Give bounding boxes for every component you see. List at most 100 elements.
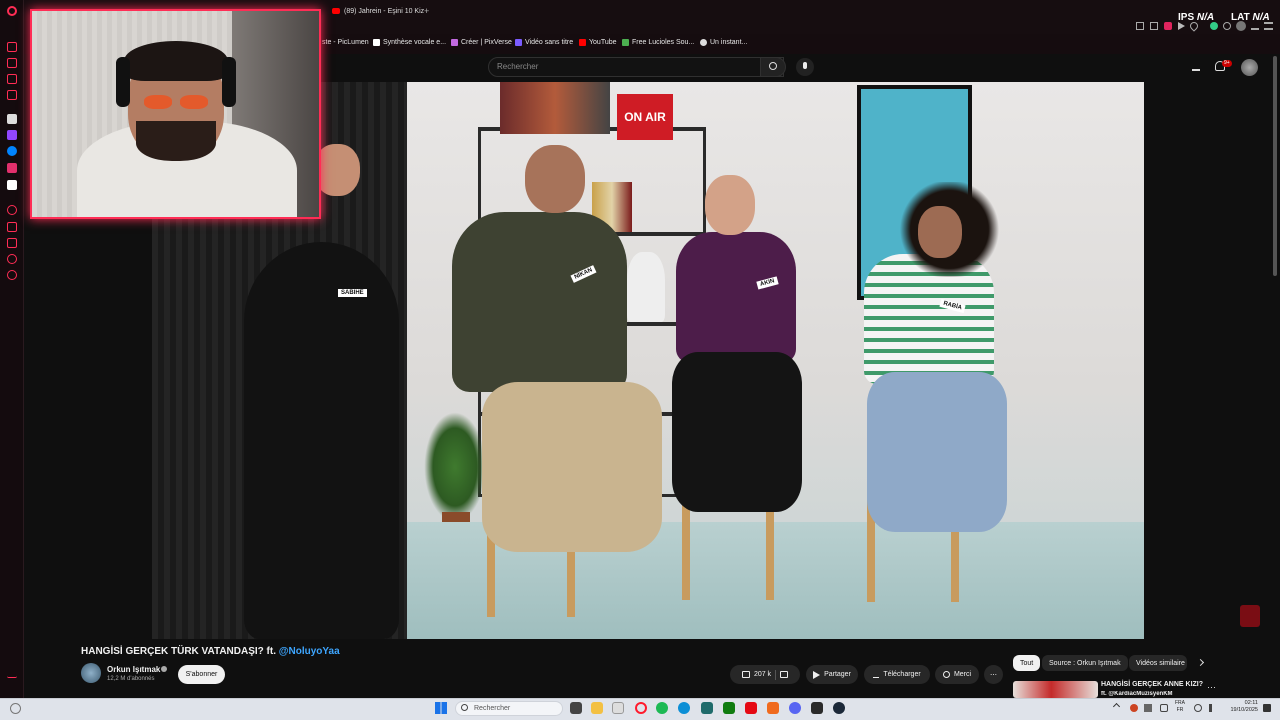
- share-button[interactable]: Partager: [806, 665, 858, 684]
- like-count[interactable]: 207 k: [754, 671, 771, 678]
- bookmark-icon: [451, 39, 458, 46]
- bookmark-item[interactable]: YouTube: [579, 39, 617, 46]
- bookmark-item[interactable]: Vidéo sans titre: [515, 39, 573, 46]
- steam-icon[interactable]: [833, 702, 845, 714]
- suggested-more-button[interactable]: ⋯: [1207, 682, 1216, 693]
- spotify-icon[interactable]: [656, 702, 668, 714]
- app-icon[interactable]: [612, 702, 624, 714]
- download-icon[interactable]: [1251, 22, 1259, 30]
- tray-app-icon[interactable]: [1160, 704, 1168, 712]
- upload-icon[interactable]: [1192, 62, 1200, 71]
- tray-app-icon[interactable]: [1144, 704, 1152, 712]
- sidebar-item-icon[interactable]: [7, 42, 17, 52]
- app-icon[interactable]: [811, 702, 823, 714]
- opera-gx-icon[interactable]: [635, 702, 647, 714]
- chip-source[interactable]: Source : Orkun Işıtmak: [1042, 655, 1128, 671]
- settings-icon[interactable]: [1223, 22, 1231, 30]
- streamer-beard: [136, 121, 216, 161]
- browser-sidebar: [0, 0, 24, 700]
- sidebar-item-icon[interactable]: [7, 222, 17, 232]
- vpn-icon[interactable]: [1210, 22, 1218, 30]
- taskbar-search-input[interactable]: Rechercher: [455, 701, 563, 716]
- microphone-icon: [803, 62, 807, 69]
- bookmark-item[interactable]: Free Lucioles Sou...: [622, 39, 694, 46]
- chip-similar[interactable]: Vidéos similaire: [1129, 655, 1187, 671]
- bookmark-item[interactable]: Un instant...: [700, 39, 747, 46]
- chip-all[interactable]: Tout: [1013, 655, 1041, 671]
- sidebar-item-icon[interactable]: [7, 270, 17, 280]
- tray-app-icon[interactable]: [1130, 704, 1138, 712]
- snapshot-icon[interactable]: [1150, 22, 1158, 30]
- search-input[interactable]: Rechercher: [488, 57, 784, 77]
- person-akin: [676, 232, 796, 362]
- bookmark-item[interactable]: Synthèse vocale e...: [373, 39, 446, 46]
- person-pants: [482, 382, 662, 552]
- messenger-icon[interactable]: [7, 146, 17, 156]
- bookmark-label: YouTube: [589, 39, 617, 46]
- app-icon[interactable]: [701, 702, 713, 714]
- page-scrollbar[interactable]: [1273, 56, 1277, 276]
- search-button[interactable]: [760, 57, 786, 77]
- task-view-icon[interactable]: [570, 702, 582, 714]
- sidebar-item-icon[interactable]: [7, 254, 17, 264]
- suggested-subtitle[interactable]: ft. @KardiacMuzisyenKM: [1101, 691, 1173, 698]
- bookmark-icon: [373, 39, 380, 46]
- notification-center-icon[interactable]: [1263, 704, 1271, 712]
- netflix-icon[interactable]: [745, 702, 757, 714]
- network-icon[interactable]: [1194, 704, 1202, 712]
- edge-icon[interactable]: [678, 702, 690, 714]
- opera-logo-icon[interactable]: [7, 6, 17, 16]
- thumbs-down-icon[interactable]: [780, 671, 789, 678]
- menu-icon[interactable]: [1264, 22, 1273, 30]
- thanks-button[interactable]: Merci: [935, 665, 979, 684]
- suggested-title[interactable]: HANGİSİ GERÇEK ANNE KIZI?: [1101, 681, 1203, 688]
- instagram-icon[interactable]: [7, 163, 17, 173]
- windows-start-icon[interactable]: [435, 702, 447, 714]
- channel-watermark[interactable]: [1240, 605, 1260, 627]
- pin-icon[interactable]: [1136, 22, 1144, 30]
- account-avatar[interactable]: [1241, 59, 1258, 76]
- thumbs-up-icon[interactable]: [741, 671, 750, 678]
- channel-name[interactable]: Orkun Işıtmak: [107, 665, 160, 674]
- volume-icon[interactable]: [1209, 704, 1217, 712]
- bust-statue: [627, 252, 665, 322]
- language-code: FRA: [1175, 700, 1185, 706]
- sidebar-item-icon[interactable]: [7, 74, 17, 84]
- voice-search-button[interactable]: [796, 58, 814, 76]
- app-icon[interactable]: [767, 702, 779, 714]
- suggested-thumbnail[interactable]: [1013, 681, 1098, 698]
- browser-tab-active[interactable]: (89) Jahrein - Eşini 10 Kiz: [332, 4, 424, 18]
- twitch-icon[interactable]: [7, 130, 17, 140]
- sidebar-item-icon[interactable]: [7, 90, 17, 100]
- extension-icon[interactable]: [1164, 22, 1172, 30]
- download-button[interactable]: Télécharger: [864, 665, 930, 684]
- on-air-sign: ON AIR: [617, 94, 673, 140]
- chevron-right-icon[interactable]: [1196, 658, 1205, 667]
- new-tab-button[interactable]: +: [424, 4, 429, 18]
- bookmark-item[interactable]: ste - PicLumen: [322, 39, 369, 46]
- sidebar-item-icon[interactable]: [7, 238, 17, 248]
- file-explorer-icon[interactable]: [591, 702, 603, 714]
- person-face: [918, 206, 962, 258]
- play-icon[interactable]: [1178, 22, 1185, 30]
- lat-value: N/A: [1252, 12, 1270, 23]
- download-icon: [873, 671, 880, 678]
- x-icon[interactable]: [7, 180, 17, 190]
- language-indicator[interactable]: FRA FR: [1175, 700, 1185, 714]
- sidebar-more-icon[interactable]: [7, 668, 17, 678]
- widgets-icon[interactable]: [10, 703, 21, 714]
- clock[interactable]: 02:11 19/10/2025: [1224, 700, 1258, 714]
- video-title: HANGİSİ GERÇEK TÜRK VATANDAŞI? ft. @Nolu…: [81, 646, 340, 657]
- language-sub: FR: [1176, 707, 1184, 713]
- discord-icon[interactable]: [789, 702, 801, 714]
- subscribe-button[interactable]: S'abonner: [178, 665, 225, 684]
- sidebar-app-icon[interactable]: [7, 114, 17, 124]
- sidebar-item-icon[interactable]: [7, 58, 17, 68]
- plant: [424, 412, 486, 522]
- more-actions-button[interactable]: ⋯: [984, 665, 1003, 684]
- sidebar-item-icon[interactable]: [7, 205, 17, 215]
- xbox-icon[interactable]: [723, 702, 735, 714]
- mention-link[interactable]: @NoluyoYaa: [279, 646, 340, 657]
- channel-avatar[interactable]: [81, 663, 101, 683]
- bookmark-item[interactable]: Créer | PixVerse: [451, 39, 512, 46]
